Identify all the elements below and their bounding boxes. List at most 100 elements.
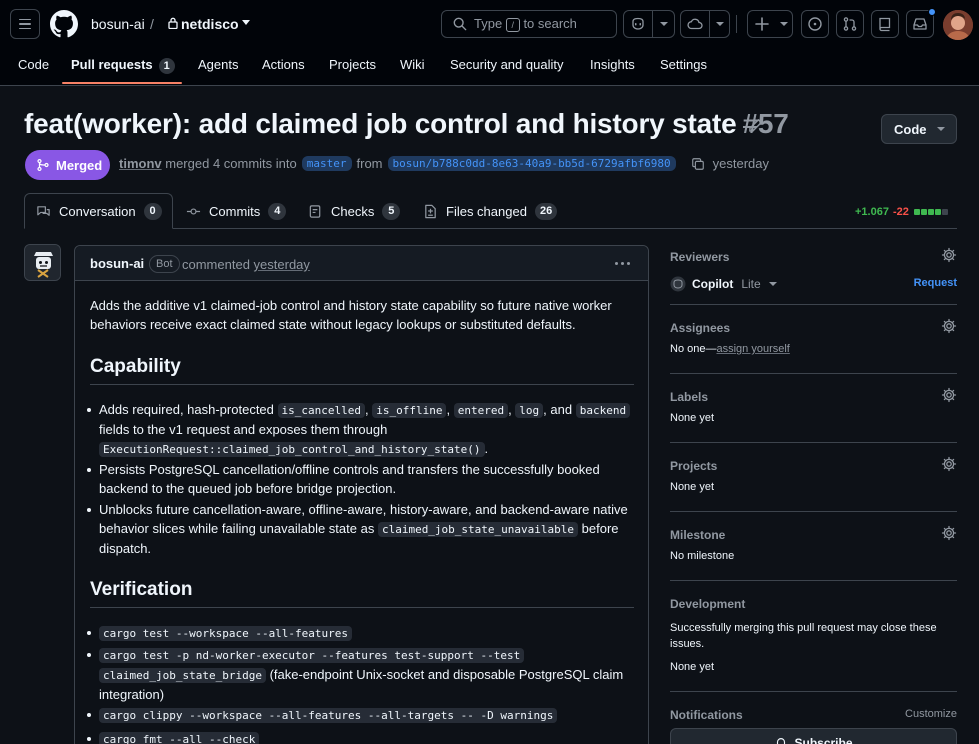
codespaces-button[interactable] — [681, 11, 709, 37]
comment-discussion-icon — [37, 205, 50, 216]
checks-count: 5 — [382, 202, 401, 220]
header-divider — [736, 15, 737, 33]
gear-icon[interactable] — [941, 318, 957, 334]
repo-dropdown-caret-icon[interactable] — [242, 20, 250, 25]
codespaces-menu-button[interactable] — [709, 11, 729, 37]
gear-icon[interactable] — [941, 247, 957, 263]
reviewers-section: Reviewers Copilot Lite Request — [670, 247, 957, 293]
base-branch-link[interactable]: master — [301, 156, 352, 171]
diff-block-1 — [913, 209, 920, 215]
customize-notifications-link[interactable]: Customize — [905, 708, 957, 720]
kebab-menu-icon[interactable] — [615, 262, 630, 265]
diff-block-3 — [927, 209, 934, 215]
chevron-down-icon — [659, 22, 668, 26]
verification-heading: Verification — [90, 579, 634, 608]
copilot-button-group — [623, 10, 675, 38]
assign-yourself-link[interactable]: assign yourself — [716, 343, 789, 355]
pr-state-badge: Merged — [25, 150, 110, 180]
copy-icon[interactable] — [691, 157, 705, 171]
user-avatar-image — [943, 10, 973, 40]
pull-requests-button[interactable] — [836, 10, 864, 38]
nav-tab-settings[interactable]: Settings — [660, 57, 707, 72]
repositories-button[interactable] — [871, 10, 899, 38]
github-logo-icon[interactable] — [50, 10, 78, 38]
user-avatar[interactable] — [943, 10, 973, 40]
comment-intro: Adds the additive v1 claimed-job control… — [90, 298, 612, 332]
git-merge-icon — [37, 158, 49, 172]
milestone-section: Milestone No milestone — [670, 525, 957, 562]
from-label: from — [356, 156, 383, 171]
pull-requests-counter: 1 — [158, 58, 175, 74]
reviewers-label: Reviewers — [670, 250, 730, 264]
sidebar-divider — [670, 304, 957, 305]
inbox-icon — [913, 18, 927, 30]
inbox-button[interactable] — [906, 8, 936, 38]
nav-tab-actions[interactable]: Actions — [262, 57, 305, 72]
bot-avatar[interactable] — [24, 244, 61, 281]
subscribe-button[interactable]: Subscribe — [670, 728, 957, 744]
nav-tab-security[interactable]: Security and quality — [450, 57, 563, 72]
deletions-count: -22 — [892, 206, 909, 218]
breadcrumb-owner-link[interactable]: bosun-ai — [91, 16, 145, 32]
git-pull-request-icon — [843, 17, 857, 31]
pr-title-text: feat(worker): add claimed job control an… — [24, 108, 737, 139]
code-button[interactable]: Code — [881, 114, 957, 144]
sidebar-divider — [670, 373, 957, 374]
chevron-down-icon[interactable] — [768, 282, 777, 286]
list-item: cargo clippy --workspace --all-features … — [87, 705, 635, 725]
pr-author-link[interactable]: timonv — [119, 156, 162, 171]
copilot-button[interactable] — [624, 11, 652, 37]
projects-section: Projects None yet — [670, 456, 957, 493]
list-item: cargo test --workspace --all-features — [87, 623, 635, 643]
codespaces-button-group — [680, 10, 730, 38]
milestone-label: Milestone — [670, 528, 726, 542]
milestone-value: No milestone — [670, 550, 735, 562]
comment-author-link[interactable]: bosun-ai — [90, 256, 144, 271]
tab-conversation[interactable]: Conversation 0 — [24, 193, 173, 229]
breadcrumb-repo-link[interactable]: netdisco — [181, 16, 239, 32]
gear-icon[interactable] — [941, 456, 957, 472]
repo-icon — [879, 17, 891, 32]
checklist-icon — [309, 204, 321, 218]
request-review-link[interactable]: Request — [914, 277, 957, 289]
gear-icon[interactable] — [941, 525, 957, 541]
menu-button[interactable] — [10, 9, 40, 39]
nav-tab-projects[interactable]: Projects — [329, 57, 376, 72]
assignees-value: No one—assign yourself — [670, 343, 790, 355]
comment-time-link[interactable]: yesterday — [254, 257, 310, 272]
create-new-button[interactable] — [747, 10, 793, 38]
bell-icon — [777, 738, 786, 744]
notifications-section: Notifications Customize — [670, 708, 957, 722]
nav-tab-pull-requests[interactable]: Pull requests 1 — [71, 57, 175, 74]
nav-tab-insights[interactable]: Insights — [590, 57, 635, 72]
pencil-icon[interactable] — [746, 117, 764, 135]
lock-icon — [168, 17, 178, 29]
plus-icon — [755, 17, 769, 31]
tab-files-changed[interactable]: Files changed 26 — [423, 193, 558, 229]
search-input[interactable]: Type / to search — [441, 10, 617, 38]
sidebar-divider — [670, 442, 957, 443]
gear-icon[interactable] — [941, 387, 957, 403]
git-commit-icon — [186, 207, 201, 215]
pr-title: feat(worker): add claimed job control an… — [24, 108, 789, 140]
head-branch-link[interactable]: bosun/b788c0dd-8e63-40a9-bb5d-6729afbf69… — [387, 156, 676, 171]
tab-checks[interactable]: Checks 5 — [308, 193, 401, 229]
reviewer-name[interactable]: Copilot — [692, 277, 733, 291]
pr-meta: timonv merged 4 commits into master from… — [119, 156, 769, 171]
commits-count: 4 — [268, 202, 287, 220]
issues-button[interactable] — [801, 10, 829, 38]
pr-tabs: Conversation 0 Commits 4 Checks 5 Files cha… — [0, 193, 979, 229]
projects-label: Projects — [670, 459, 718, 473]
tab-commits[interactable]: Commits 4 — [186, 193, 287, 229]
copilot-menu-button[interactable] — [652, 11, 674, 37]
reviewer-row: Copilot Lite Request — [670, 275, 957, 293]
additions-count: +1.067 — [855, 206, 889, 218]
labels-label: Labels — [670, 390, 709, 404]
comment-header: bosun-ai Bot commented yesterday — [75, 246, 648, 281]
sidebar-divider — [670, 580, 957, 581]
bot-badge: Bot — [149, 255, 180, 273]
nav-tab-code[interactable]: Code — [18, 57, 49, 72]
nav-tab-agents[interactable]: Agents — [198, 57, 238, 72]
search-icon — [453, 17, 467, 31]
nav-tab-wiki[interactable]: Wiki — [400, 57, 425, 72]
